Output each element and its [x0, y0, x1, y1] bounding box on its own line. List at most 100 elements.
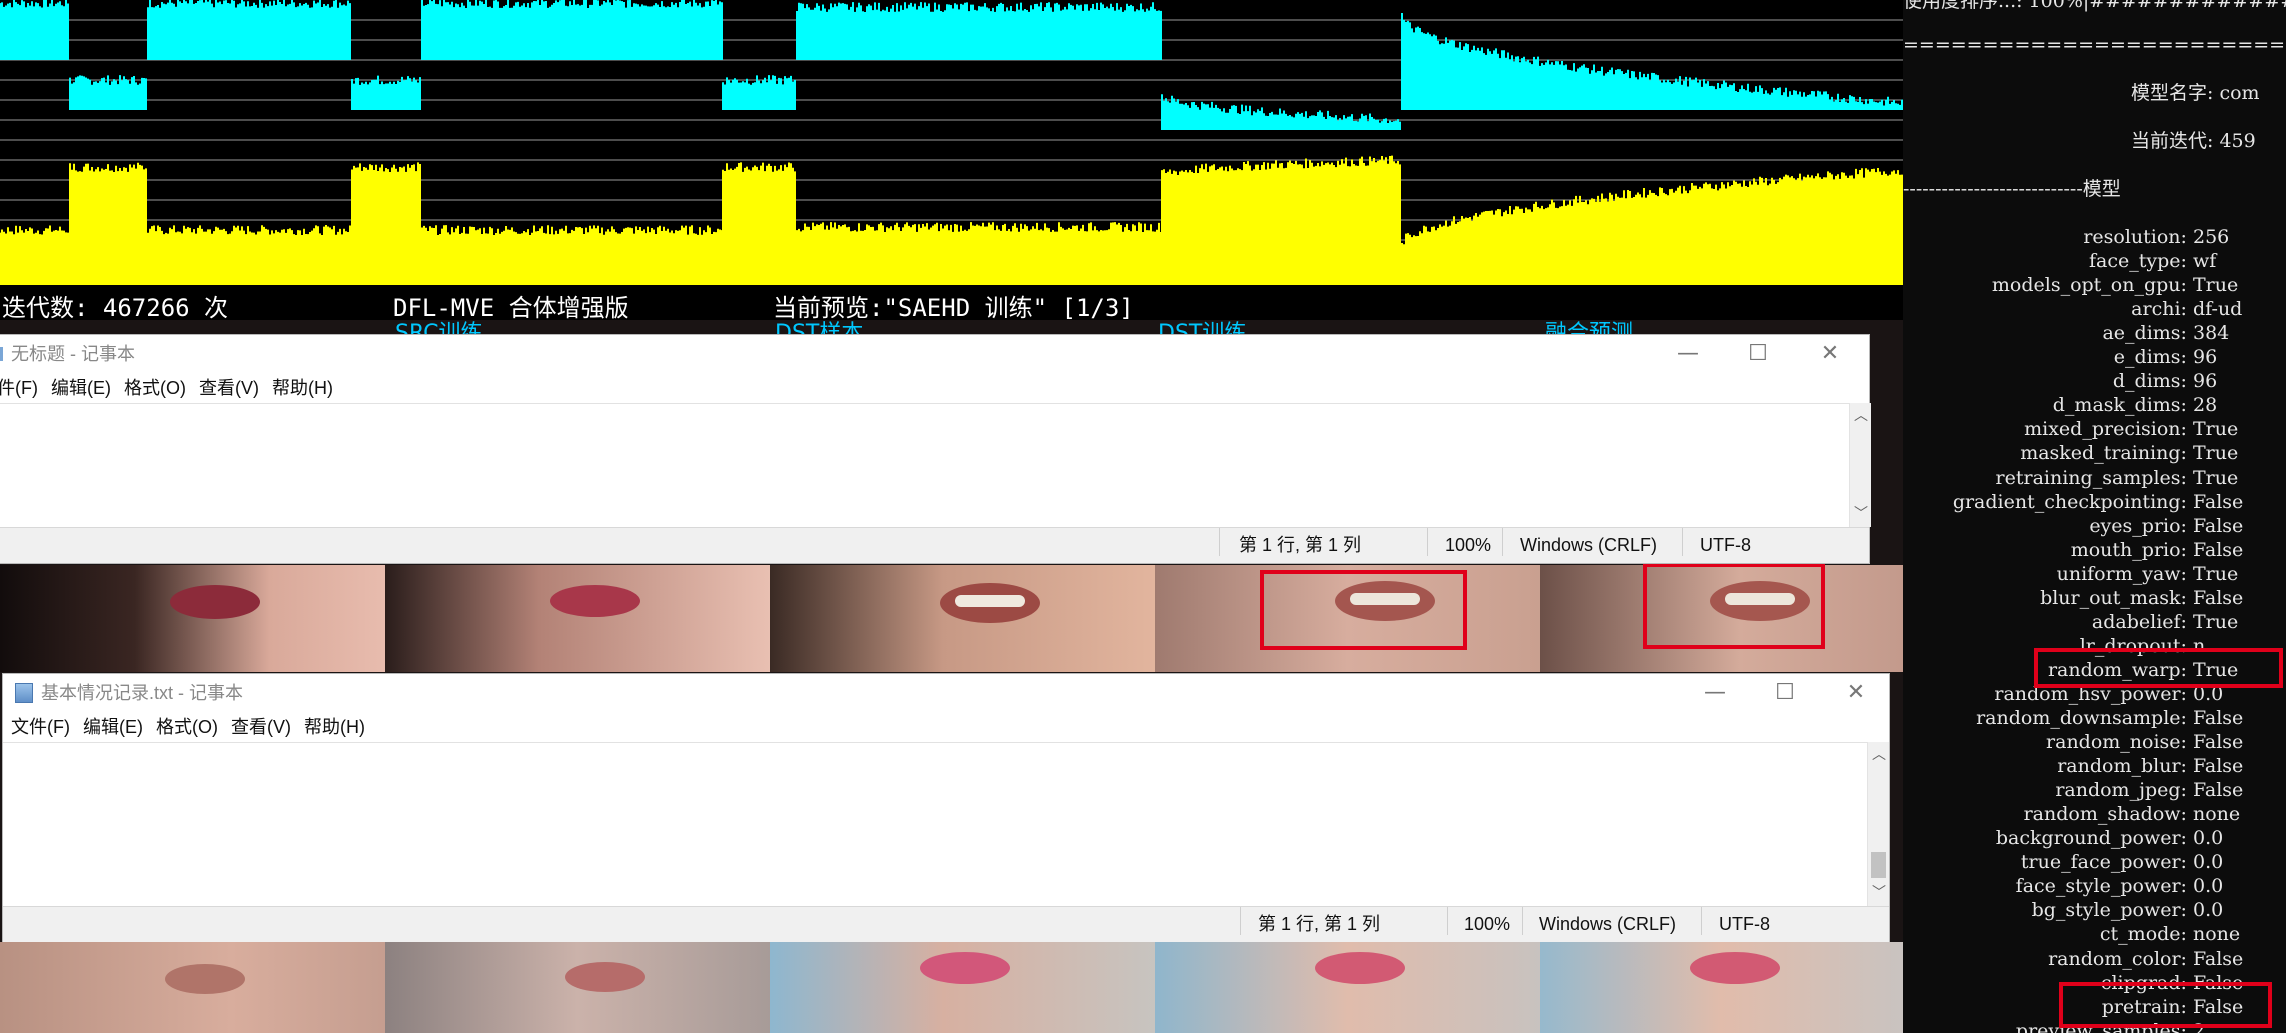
- model-param-line: models_opt_on_gpu: True: [1903, 273, 2265, 297]
- preview-face-tile: [385, 565, 770, 672]
- param-value: 384: [2193, 322, 2230, 345]
- scroll-up-icon[interactable]: ︿: [1868, 744, 1890, 766]
- menu-view[interactable]: 查看(V): [231, 717, 291, 737]
- model-param-line: face_type: wf: [1903, 249, 2265, 273]
- param-value: 0.0: [2193, 875, 2224, 898]
- param-value: 0.0: [2193, 851, 2224, 874]
- param-key: adabelief: [2091, 610, 2181, 633]
- model-param-line: mixed_precision: True: [1903, 417, 2265, 441]
- model-param-line: blur_out_mask: False: [1903, 586, 2265, 610]
- model-param-line: masked_training: True: [1903, 441, 2265, 465]
- param-key: random_noise: [2046, 731, 2181, 754]
- title-bar[interactable]: 无标题 - 记事本 — ☐ ✕: [0, 335, 1869, 373]
- loss-band: [421, 225, 723, 285]
- menu-view[interactable]: 查看(V): [199, 378, 259, 398]
- menu-help[interactable]: 帮助(H): [272, 378, 333, 398]
- menu-format[interactable]: 格式(O): [124, 378, 186, 398]
- model-param-line: true_face_power: 0.0: [1903, 850, 2265, 874]
- param-key: face_type: [2089, 250, 2181, 273]
- model-param-line: random_color: False: [1903, 947, 2265, 971]
- cursor-position: 第 1 行, 第 1 列: [1258, 914, 1381, 934]
- param-key: mouth_prio: [2070, 538, 2181, 561]
- window-title: 基本情况记录.txt - 记事本: [41, 683, 243, 703]
- menu-file[interactable]: 文件(F): [11, 717, 70, 737]
- maximize-icon[interactable]: ☐: [1750, 674, 1820, 712]
- loss-band: [1401, 168, 1903, 285]
- param-value: False: [2193, 779, 2244, 802]
- vertical-scrollbar[interactable]: ︿ ﹀: [1849, 403, 1871, 527]
- param-key: gradient_checkpointing: [1952, 490, 2181, 513]
- loss-band: [0, 0, 69, 60]
- progress-line: 使用度排序...: 100%|###############: [1903, 0, 2286, 12]
- model-name: 模型名字: com: [2131, 82, 2260, 104]
- loss-graph-canvas: [0, 0, 1903, 285]
- param-key: random_blur: [2057, 755, 2181, 778]
- loss-band: [1161, 155, 1401, 285]
- param-value: False: [2193, 731, 2244, 754]
- loss-band: [796, 222, 1162, 285]
- console-window[interactable]: 使用度排序...: 100%|############### =========…: [1903, 0, 2286, 1033]
- model-param-line: retraining_samples: True: [1903, 466, 2265, 490]
- param-value: 256: [2193, 226, 2230, 248]
- cursor-position: 第 1 行, 第 1 列: [1239, 535, 1362, 555]
- notepad-window-record[interactable]: 基本情况记录.txt - 记事本 — ☐ ✕ 文件(F) 编辑(E) 格式(O) 查看…: [2, 673, 1890, 942]
- param-value: True: [2193, 418, 2239, 441]
- highlight-box: [1260, 570, 1467, 650]
- text-editor[interactable]: [3, 742, 1867, 906]
- model-param-line: background_power: 0.0: [1903, 826, 2265, 850]
- param-value: 96: [2193, 370, 2218, 393]
- loss-band: [421, 0, 723, 60]
- menu-bar: 文件(F) 编辑(E) 格式(O) 查看(V) 帮助(H): [3, 712, 1889, 742]
- param-key: models_opt_on_gpu: [1991, 274, 2181, 297]
- param-value: 0.0: [2193, 827, 2224, 850]
- model-param-line: adabelief: True: [1903, 610, 2265, 634]
- vertical-scrollbar[interactable]: ︿ ﹀: [1867, 742, 1889, 906]
- preview-face-tile: [1155, 942, 1540, 1033]
- close-icon[interactable]: ✕: [1821, 674, 1891, 712]
- scroll-down-icon[interactable]: ﹀: [1850, 503, 1872, 525]
- loss-band: [351, 162, 421, 285]
- menu-edit[interactable]: 编辑(E): [83, 717, 143, 737]
- model-param-line: face_style_power: 0.0: [1903, 874, 2265, 898]
- text-editor[interactable]: [0, 403, 1849, 527]
- param-value: 96: [2193, 346, 2218, 369]
- model-param-line: random_shadow: none: [1903, 802, 2265, 826]
- param-value: 0.0: [2193, 899, 2224, 922]
- highlight-pretrain: [2059, 982, 2272, 1028]
- highlight-box: [1643, 563, 1825, 649]
- scroll-thumb[interactable]: [1871, 852, 1886, 878]
- scroll-down-icon[interactable]: ﹀: [1868, 882, 1890, 904]
- param-value: False: [2193, 586, 2244, 609]
- param-key: blur_out_mask: [2040, 586, 2181, 609]
- status-bar: 第 1 行, 第 1 列 100% Windows (CRLF) UTF-8: [3, 906, 1889, 942]
- minimize-icon[interactable]: —: [1653, 335, 1723, 373]
- menu-edit[interactable]: 编辑(E): [51, 378, 111, 398]
- param-key: eyes_prio: [2089, 514, 2181, 537]
- model-param-line: d_mask_dims: 28: [1903, 393, 2265, 417]
- preview-face-tile: [770, 565, 1155, 672]
- preview-face-tile: [1540, 942, 1903, 1033]
- maximize-icon[interactable]: ☐: [1723, 335, 1793, 373]
- menu-file[interactable]: 件(F): [0, 378, 38, 398]
- title-bar[interactable]: 基本情况记录.txt - 记事本 — ☐ ✕: [3, 674, 1889, 712]
- param-key: retraining_samples: [1995, 466, 2181, 489]
- encoding: UTF-8: [1719, 914, 1770, 934]
- param-key: random_color: [2048, 947, 2181, 970]
- param-key: d_mask_dims: [2052, 394, 2181, 417]
- preview-face-tile: [770, 942, 1155, 1033]
- loss-band: [69, 162, 147, 285]
- notepad-icon: [15, 683, 33, 703]
- model-param-line: bg_style_power: 0.0: [1903, 898, 2265, 922]
- param-key: d_dims: [2112, 370, 2181, 393]
- menu-format[interactable]: 格式(O): [156, 717, 218, 737]
- scroll-up-icon[interactable]: ︿: [1850, 405, 1872, 427]
- preview-label-merge: 融合预测: [1545, 321, 1634, 334]
- close-icon[interactable]: ✕: [1795, 335, 1865, 373]
- encoding: UTF-8: [1700, 535, 1751, 555]
- loss-band: [69, 75, 147, 110]
- notepad-window-untitled[interactable]: 无标题 - 记事本 — ☐ ✕ 件(F) 编辑(E) 格式(O) 查看(V) 帮助(H)…: [0, 334, 1871, 564]
- model-param-line: d_dims: 96: [1903, 369, 2265, 393]
- menu-help[interactable]: 帮助(H): [304, 717, 365, 737]
- minimize-icon[interactable]: —: [1680, 674, 1750, 712]
- model-param-line: random_downsample: False: [1903, 706, 2265, 730]
